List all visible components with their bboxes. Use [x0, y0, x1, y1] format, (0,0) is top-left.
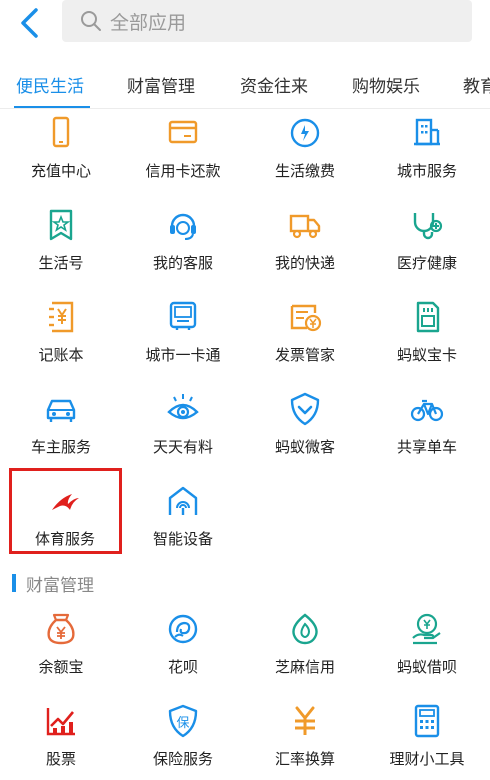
app-label: 我的客服: [152, 254, 213, 272]
app-label: 芝麻信用: [274, 658, 335, 676]
sesame-icon: [292, 613, 318, 645]
app-label: 理财小工具: [389, 750, 465, 768]
money-bag-icon: [47, 613, 75, 645]
app-label: 生活号: [38, 254, 84, 272]
truck-icon: [289, 214, 321, 239]
building-icon: [414, 118, 440, 146]
star-badge-icon: [49, 209, 73, 241]
app-sesame-credit[interactable]: 芝麻信用: [244, 612, 366, 677]
app-recharge[interactable]: 充值中心: [0, 116, 122, 181]
app-ant-micro[interactable]: 蚂蚁微客: [244, 392, 366, 457]
app-label: 股票: [45, 750, 76, 768]
card-terminal-icon: [169, 301, 197, 330]
app-label: 天天有料: [152, 438, 213, 456]
app-label: 蚂蚁微客: [274, 438, 335, 456]
app-label: 蚂蚁借呗: [396, 658, 457, 676]
app-insurance[interactable]: 保 保险服务: [122, 704, 244, 769]
highlight-box: [9, 468, 122, 554]
app-city-service[interactable]: 城市服务: [366, 116, 488, 181]
tab-education[interactable]: 教育: [463, 72, 490, 97]
search-placeholder: 全部应用: [110, 11, 187, 34]
water-drop-icon: [290, 118, 320, 148]
tab-life[interactable]: 便民生活: [16, 72, 84, 97]
section-title: 财富管理: [26, 576, 94, 596]
app-yuebao[interactable]: 余额宝: [0, 612, 122, 677]
app-city-card[interactable]: 城市一卡通: [122, 300, 244, 365]
calculator-icon: [414, 704, 440, 738]
top-bar: 全部应用: [0, 0, 490, 50]
svg-text:保: 保: [176, 716, 189, 731]
app-customer-service[interactable]: 我的客服: [122, 208, 244, 273]
app-label: 城市服务: [396, 162, 457, 180]
hand-coin-icon: [412, 613, 441, 645]
tab-shopping[interactable]: 购物娱乐: [352, 72, 420, 97]
app-label: 医疗健康: [396, 254, 457, 272]
app-label: 发票管家: [274, 346, 335, 364]
app-utilities[interactable]: 生活缴费: [244, 116, 366, 181]
app-label: 花呗: [167, 658, 198, 676]
credit-card-icon: [168, 120, 198, 144]
exchange-icon: [295, 706, 315, 735]
car-icon: [46, 399, 76, 422]
insurance-shield-icon: 保: [168, 704, 198, 738]
tab-wealth[interactable]: 财富管理: [127, 72, 195, 97]
shield-check-icon: [290, 392, 320, 426]
app-credit-card[interactable]: 信用卡还款: [122, 116, 244, 181]
app-label: 汇率换算: [274, 750, 335, 768]
tab-funds[interactable]: 资金往来: [240, 72, 308, 97]
app-label: 我的快递: [274, 254, 335, 272]
smart-home-icon: [168, 486, 198, 515]
app-bike-share[interactable]: 共享单车: [366, 392, 488, 457]
app-life-account[interactable]: 生活号: [0, 208, 122, 273]
search-icon: [81, 11, 101, 31]
app-huabei[interactable]: 花呗: [122, 612, 244, 677]
app-exchange[interactable]: 汇率换算: [244, 704, 366, 769]
app-label: 保险服务: [152, 750, 213, 768]
app-ant-card[interactable]: 蚂蚁宝卡: [366, 300, 488, 365]
app-finance-tools[interactable]: 理财小工具: [366, 704, 488, 769]
app-stocks[interactable]: 股票: [0, 704, 122, 769]
back-arrow-icon[interactable]: [14, 6, 46, 40]
bicycle-icon: [410, 399, 444, 422]
sim-card-icon: [416, 301, 440, 333]
flower-icon: [168, 614, 198, 644]
app-label: 余额宝: [38, 658, 84, 676]
app-label: 充值中心: [30, 162, 91, 180]
app-smart-device[interactable]: 智能设备: [122, 484, 244, 549]
app-label: 蚂蚁宝卡: [396, 346, 457, 364]
active-tab-indicator: [14, 106, 90, 108]
app-label: 智能设备: [152, 530, 213, 548]
app-invoice[interactable]: 发票管家: [244, 300, 366, 365]
app-label: 记账本: [38, 346, 84, 364]
app-label: 信用卡还款: [145, 162, 221, 180]
category-tabs: 便民生活 财富管理 资金往来 购物娱乐 教育: [0, 62, 490, 109]
app-car-owner[interactable]: 车主服务: [0, 392, 122, 457]
search-bar[interactable]: 全部应用: [62, 0, 472, 42]
wealth-section-header: 财富管理: [0, 568, 490, 598]
phone-icon: [52, 116, 70, 148]
app-account-book[interactable]: 记账本: [0, 300, 122, 365]
section-marker: [12, 574, 16, 592]
yuan-book-icon: [49, 301, 74, 333]
app-express[interactable]: 我的快递: [244, 208, 366, 273]
app-label: 车主服务: [30, 438, 91, 456]
stethoscope-icon: [413, 213, 443, 240]
app-label: 共享单车: [396, 438, 457, 456]
stock-chart-icon: [46, 708, 75, 736]
app-label: 生活缴费: [274, 162, 335, 180]
app-jiebei[interactable]: 蚂蚁借呗: [366, 612, 488, 677]
app-daily-news[interactable]: 天天有料: [122, 392, 244, 457]
app-health[interactable]: 医疗健康: [366, 208, 488, 273]
invoice-icon: [290, 304, 322, 332]
headset-icon: [170, 213, 196, 240]
app-label: 城市一卡通: [145, 346, 221, 364]
eye-icon: [167, 394, 199, 420]
